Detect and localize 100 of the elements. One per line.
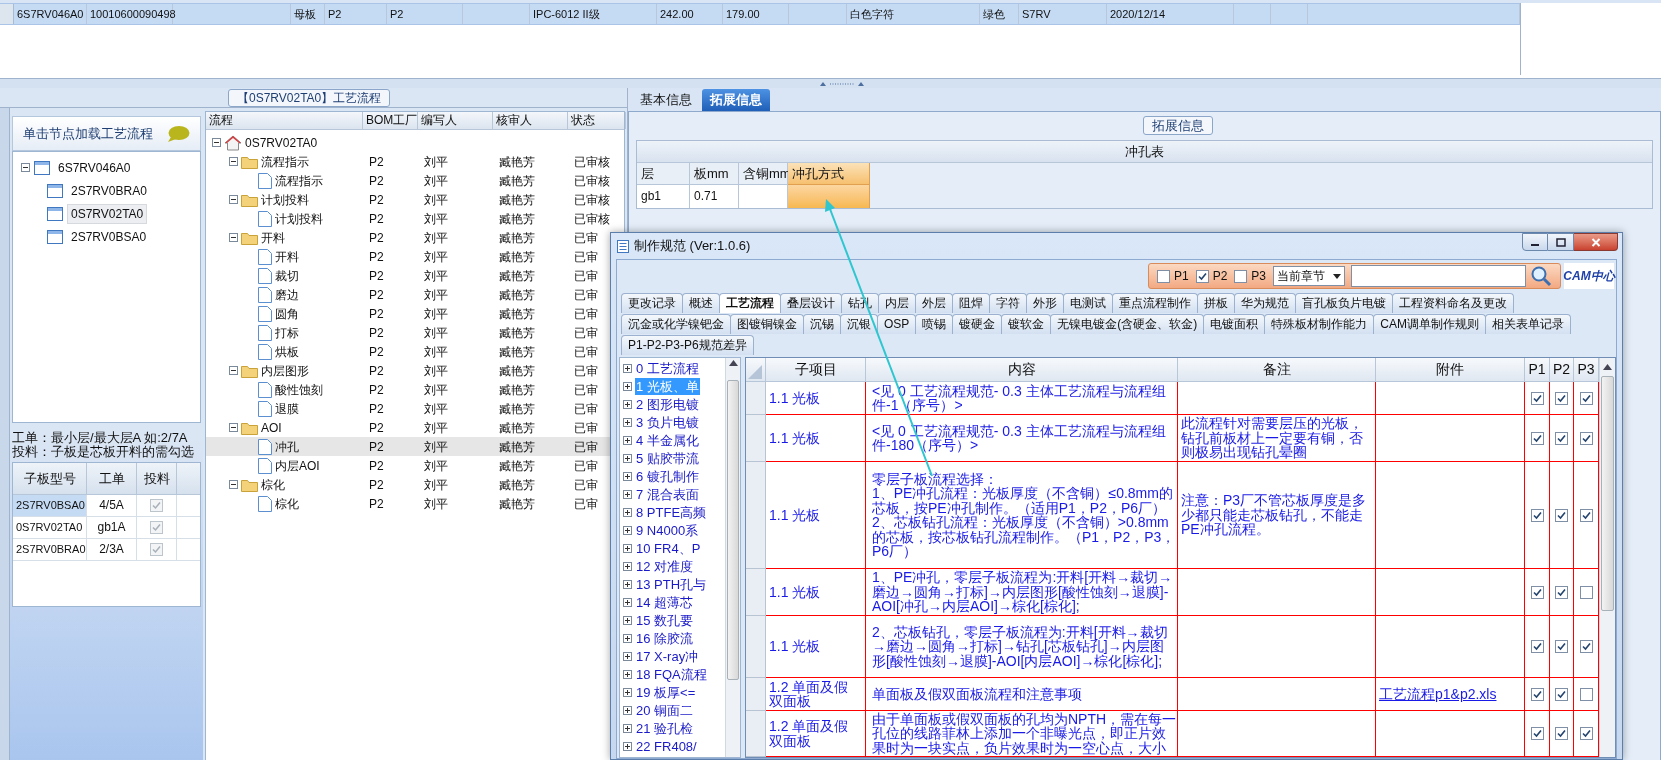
expand-icon[interactable] [623, 525, 632, 535]
expand-icon[interactable] [623, 417, 632, 427]
tab[interactable]: OSP [877, 314, 917, 334]
tab[interactable]: 外形 [1026, 293, 1064, 313]
tab[interactable]: 相关表单记录 [1485, 314, 1571, 334]
close-button[interactable] [1574, 233, 1618, 251]
checkbox[interactable] [1530, 431, 1544, 445]
checkbox[interactable] [1555, 687, 1568, 701]
column-header[interactable]: 备注 [1178, 358, 1376, 381]
checkbox[interactable] [1530, 585, 1544, 599]
tree-item[interactable]: 2 图形电镀 [635, 395, 700, 413]
collapse-icon[interactable] [21, 163, 30, 172]
checkbox[interactable] [1579, 727, 1593, 740]
expand-icon[interactable] [623, 399, 632, 409]
tree-row[interactable]: 棕化 P2 刘平 臧艳芳 已审 [206, 494, 624, 513]
table-cell[interactable]: 0S7RV02TA0 [13, 517, 87, 538]
tab[interactable]: 重点流程制作 [1112, 293, 1198, 313]
tab[interactable]: 电测试 [1063, 293, 1113, 313]
tab[interactable]: CAM调单制作规则 [1373, 314, 1486, 334]
scroll-up-icon[interactable] [1603, 364, 1612, 370]
checkbox[interactable] [1195, 269, 1209, 283]
tree-item[interactable]: 20 铜面二 [635, 701, 695, 719]
tree-item[interactable]: 2S7RV0BSA0 [67, 226, 151, 247]
tree-row[interactable]: 圆角 P2 刘平 臧艳芳 已审 [206, 304, 624, 323]
collapse-icon[interactable] [229, 157, 238, 166]
tab[interactable]: P1-P2-P3-P6规范差异 [621, 335, 754, 355]
tree-item[interactable]: 22 FR408/ [635, 737, 698, 755]
expand-icon[interactable] [623, 597, 632, 607]
checkbox[interactable] [1555, 585, 1568, 599]
tree-item[interactable]: 16 除胶流 [635, 629, 695, 647]
tree-item[interactable]: 2S7RV0BRA0 [67, 180, 151, 201]
tree-item[interactable]: 15 数孔要 [635, 611, 695, 629]
scope-dropdown[interactable]: 当前章节 [1273, 266, 1345, 286]
checkbox[interactable] [1530, 640, 1544, 653]
scroll-up-icon[interactable] [728, 360, 738, 366]
tab[interactable]: 喷锡 [915, 314, 954, 334]
expand-icon[interactable] [623, 471, 632, 481]
tab[interactable]: 拓展信息 [702, 89, 770, 111]
tree-item[interactable]: 21 验孔检 [635, 719, 695, 737]
tab[interactable]: 镀硬金 [952, 314, 1003, 334]
tree-item[interactable]: 7 混合表面 [635, 485, 700, 503]
checkbox[interactable] [1555, 508, 1568, 522]
tab[interactable]: 工程资料命名及更改 [1392, 293, 1514, 313]
collapse-icon[interactable] [212, 138, 221, 147]
checkbox[interactable] [1579, 431, 1593, 445]
checkbox[interactable] [1530, 687, 1544, 701]
tree-item[interactable]: 0 工艺流程 [635, 359, 700, 377]
tab[interactable]: 无镍电镀金(含硬金、软金) [1050, 314, 1205, 334]
checkbox[interactable] [1530, 508, 1544, 522]
corner-cell[interactable] [746, 358, 766, 381]
collapse-icon[interactable] [229, 480, 238, 489]
checkbox[interactable] [150, 543, 163, 556]
expand-icon[interactable] [623, 741, 632, 751]
checkbox[interactable] [1156, 269, 1170, 283]
checkbox[interactable] [1555, 391, 1568, 405]
tab[interactable]: 基本信息 [632, 89, 700, 111]
scrollbar-thumb[interactable] [727, 380, 739, 680]
expand-icon[interactable] [623, 435, 632, 445]
tab[interactable]: 沉金或化学镍钯金 [621, 314, 731, 334]
checkbox[interactable] [1530, 727, 1544, 740]
tree-item[interactable]: 6S7RV046A0 [54, 157, 135, 178]
column-header[interactable]: 板mm [690, 163, 739, 185]
collapse-icon[interactable] [229, 366, 238, 375]
tree-row[interactable]: 棕化 P2 刘平 臧艳芳 已审 [206, 475, 624, 494]
column-header[interactable]: 投料 [137, 463, 177, 494]
checkbox[interactable] [1579, 585, 1593, 599]
tab[interactable]: 阻焊 [952, 293, 990, 313]
tab[interactable]: 镀软金 [1001, 314, 1052, 334]
tree-row[interactable]: 0S7RV02TA0 [206, 133, 624, 152]
checkbox[interactable] [1555, 727, 1568, 740]
checkbox[interactable] [150, 521, 163, 534]
checkbox[interactable] [1579, 391, 1593, 405]
collapse-icon[interactable] [229, 423, 238, 432]
tree-item[interactable]: 12 对准度 [635, 557, 695, 575]
tree-item[interactable]: 19 板厚<= [635, 683, 697, 701]
expand-icon[interactable] [623, 687, 632, 697]
collapse-icon[interactable] [229, 233, 238, 242]
checkbox[interactable] [1555, 640, 1568, 653]
column-header[interactable]: 层 [637, 163, 690, 185]
tree-item[interactable]: 18 FQA流程 [635, 665, 708, 683]
column-header[interactable]: 附件 [1376, 358, 1525, 381]
tree-row[interactable]: 开料 P2 刘平 臧艳芳 已审 [206, 247, 624, 266]
tree-row[interactable]: 打标 P2 刘平 臧艳芳 已审 [206, 323, 624, 342]
column-header[interactable]: 流程 [206, 112, 363, 129]
table-cell[interactable]: 2S7RV0BRA0 [13, 539, 87, 560]
tab[interactable]: 沉银 [840, 314, 878, 334]
expand-icon[interactable] [623, 453, 632, 463]
tab[interactable]: 华为规范 [1234, 293, 1296, 313]
checkbox[interactable] [150, 499, 163, 512]
expand-icon[interactable] [623, 381, 632, 391]
table-cell[interactable] [788, 185, 870, 208]
tree-item[interactable]: 9 N4000系 [635, 521, 700, 539]
checkbox[interactable] [1530, 391, 1544, 405]
tab[interactable]: 图镀铜镍金 [730, 314, 804, 334]
minimize-button[interactable] [1522, 233, 1548, 251]
expand-icon[interactable] [623, 507, 632, 517]
expand-icon[interactable] [623, 651, 632, 661]
column-header[interactable]: 冲孔方式 [788, 163, 870, 185]
tree-row[interactable]: AOI P2 刘平 臧艳芳 已审 [206, 418, 624, 437]
tab[interactable]: 字符 [989, 293, 1027, 313]
